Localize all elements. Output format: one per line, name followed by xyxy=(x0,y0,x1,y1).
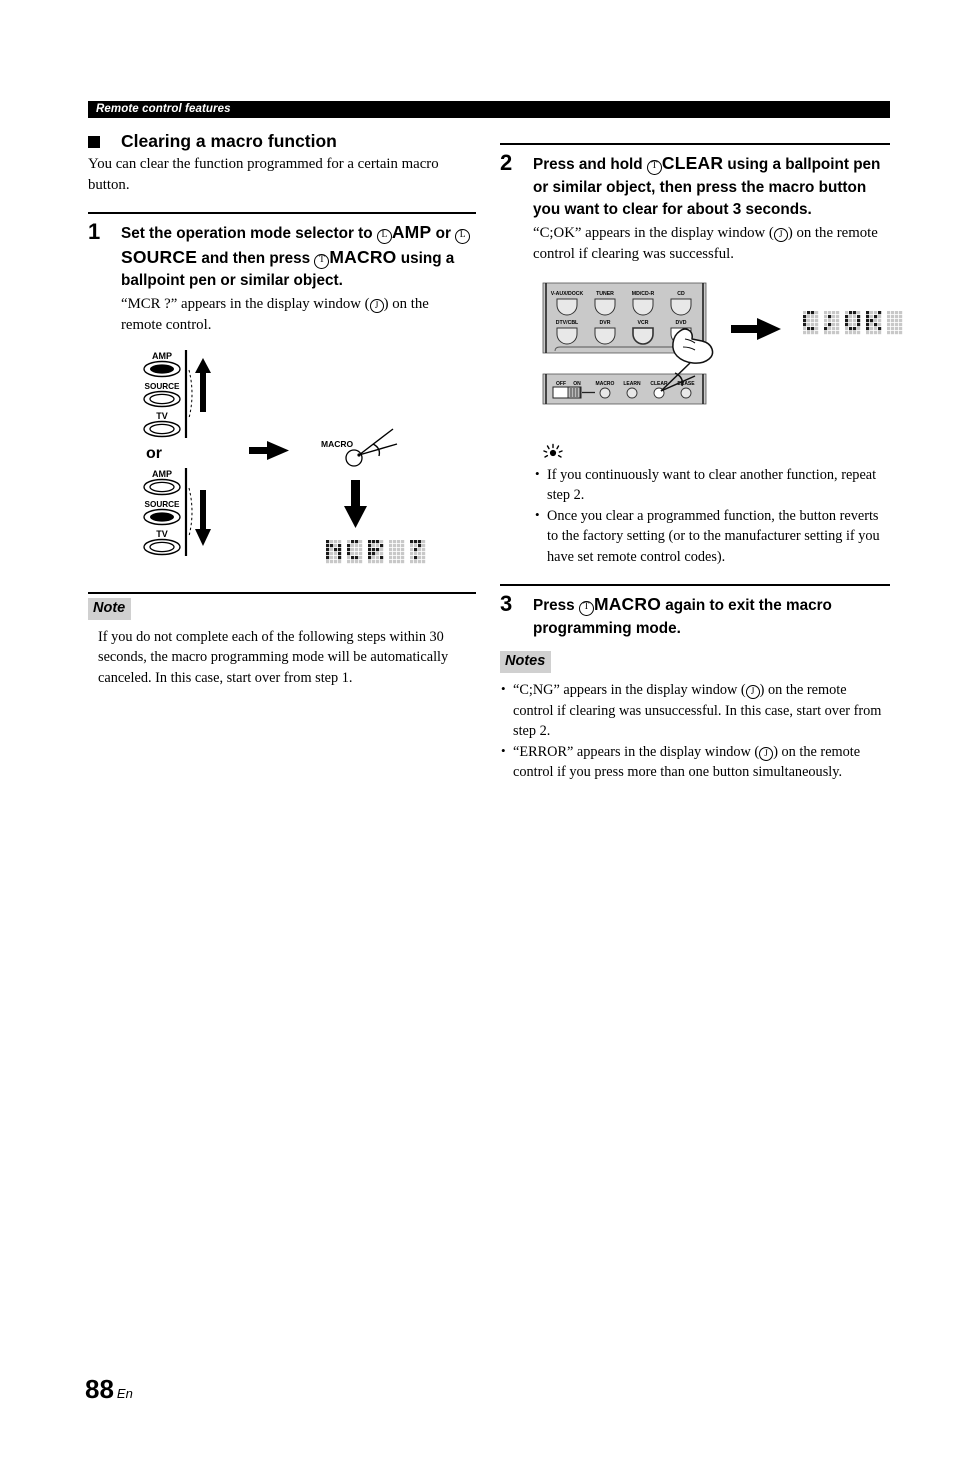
svg-text:V-AUX/DOCK: V-AUX/DOCK xyxy=(551,291,584,297)
note-label: Note xyxy=(88,597,132,620)
step-2-title-a: Press and hold xyxy=(533,156,647,173)
manual-page: Remote control features Clearing a macro… xyxy=(0,0,954,1465)
notes-bullet-2: “ERROR” appears in the display window (J… xyxy=(500,741,890,783)
page-footer: 88 En xyxy=(85,1375,133,1403)
display-window-callout-icon-4: J xyxy=(759,746,774,761)
notes-bullet-list: “C;NG” appears in the display window (J)… xyxy=(500,679,890,783)
svg-text:MD/CD-R: MD/CD-R xyxy=(632,291,655,297)
step-2-description: “C;OK” appears in the display window (J)… xyxy=(533,223,888,265)
section-heading: Clearing a macro function xyxy=(88,130,476,152)
step-2-rule xyxy=(500,143,890,145)
mode-selector-top: AMP SOURCE TV xyxy=(143,349,211,438)
figure-step-2: V-AUX/DOCK TUNER MD/CD-R CD DTV/CBL DVR … xyxy=(535,279,903,429)
step-1-title-b: AMP xyxy=(391,222,432,242)
running-header-text: Remote control features xyxy=(96,103,231,115)
page-number: 88 xyxy=(85,1374,114,1404)
note-block-left: Note If you do not complete each of the … xyxy=(88,591,476,689)
step-1-number: 1 xyxy=(88,219,101,244)
step-1-title-d: SOURCE xyxy=(121,246,198,267)
callout-l-icon: L xyxy=(376,229,392,244)
step-1-title-e: and then press xyxy=(197,249,315,267)
section-heading-text: Clearing a macro function xyxy=(121,131,337,151)
svg-text:AMP: AMP xyxy=(152,469,172,479)
notes-block-right: Notes “C;NG” appears in the display wind… xyxy=(500,651,890,783)
svg-text:DTV/CBL: DTV/CBL xyxy=(556,320,579,326)
step-2: 2 Press and hold T CLEAR using a ballpoin… xyxy=(500,150,903,429)
svg-text:VCR: VCR xyxy=(638,320,649,326)
notes-bullet-1-a: “C;NG” appears in the display window ( xyxy=(513,682,746,698)
square-bullet-icon xyxy=(88,136,100,148)
tip-block: If you continuously want to clear anothe… xyxy=(534,443,890,568)
svg-text:TV: TV xyxy=(156,411,168,421)
step-1: 1 Set the operation mode selector to L AM… xyxy=(88,219,479,578)
step-3: 3 Press T MACRO again to exit the macro p… xyxy=(500,591,890,640)
right-column: 2 Press and hold T CLEAR using a ballpoin… xyxy=(500,130,903,783)
figure-step-1: AMP SOURCE TV or AMP SOURCE TV MACRO xyxy=(121,348,476,578)
callout-t-icon-3: T xyxy=(578,601,594,616)
arrow-down-to-display-icon xyxy=(344,479,367,528)
section-intro: You can clear the function programmed fo… xyxy=(88,156,439,193)
svg-text:LEARN: LEARN xyxy=(623,381,641,387)
svg-text:DVD: DVD xyxy=(676,320,687,326)
arrow-up-icon xyxy=(195,357,211,412)
notes-label: Notes xyxy=(500,651,552,673)
display-window-callout-icon-3: J xyxy=(745,685,760,699)
tip-bullet-2: Once you clear a programmed function, th… xyxy=(534,505,890,568)
pen-pressing-macro: MACRO xyxy=(321,427,398,467)
svg-text:SOURCE: SOURCE xyxy=(144,382,180,391)
note-body: If you do not complete each of the follo… xyxy=(98,628,449,686)
step-1-title-c: or xyxy=(431,225,456,242)
mode-selector-bottom: AMP SOURCE TV xyxy=(143,467,211,556)
step-2-title: Press and hold T CLEAR using a ballpoint … xyxy=(533,152,891,222)
step-2-number: 2 xyxy=(500,150,513,175)
display-window-cok xyxy=(803,310,903,334)
svg-text:TUNER: TUNER xyxy=(596,291,614,297)
notes-bullet-1: “C;NG” appears in the display window (J)… xyxy=(500,679,890,742)
display-window-callout-icon-2: J xyxy=(773,227,788,242)
step-1-desc-a: “MCR ?” appears in the display window ( xyxy=(121,295,370,312)
step-1-title-f: MACRO xyxy=(329,246,397,267)
svg-text:MACRO: MACRO xyxy=(321,439,353,449)
arrow-down-icon xyxy=(195,489,211,546)
left-column: Clearing a macro function You can clear … xyxy=(88,130,476,688)
notes-bullet-2-a: “ERROR” appears in the display window ( xyxy=(513,743,760,760)
note-rule xyxy=(88,591,476,594)
svg-text:MACRO: MACRO xyxy=(596,381,615,387)
callout-t-icon: T xyxy=(314,253,330,269)
display-window-mcr xyxy=(326,539,426,563)
svg-text:CD: CD xyxy=(677,291,685,297)
page-language: En xyxy=(116,1386,133,1401)
or-label: or xyxy=(146,445,162,462)
svg-text:ON: ON xyxy=(573,381,581,387)
step-1-rule xyxy=(88,212,476,214)
step-3-number: 3 xyxy=(500,591,513,616)
svg-text:DVR: DVR xyxy=(600,320,611,326)
step-3-title: Press T MACRO again to exit the macro pro… xyxy=(533,593,873,640)
display-window-callout-icon: J xyxy=(369,298,384,313)
tip-bullet-1: If you continuously want to clear anothe… xyxy=(534,464,890,506)
tip-sun-icon xyxy=(543,443,563,458)
step-2-title-b: CLEAR xyxy=(661,153,724,173)
running-header-bar: Remote control features xyxy=(88,101,890,118)
tip-bullet-list: If you continuously want to clear anothe… xyxy=(534,464,890,568)
step-1-title: Set the operation mode selector to L AMP … xyxy=(121,221,479,293)
svg-text:SOURCE: SOURCE xyxy=(144,500,180,509)
svg-text:TV: TV xyxy=(156,529,168,539)
step-2-desc-a: “C;OK” appears in the display window ( xyxy=(533,224,774,241)
step-1-title-a: Set the operation mode selector to xyxy=(121,225,377,242)
step-1-description: “MCR ?” appears in the display window (J… xyxy=(121,294,471,336)
callout-l-icon-2: L xyxy=(455,229,471,244)
svg-text:AMP: AMP xyxy=(152,351,172,361)
arrow-right-icon xyxy=(249,440,289,460)
arrow-right-icon-2 xyxy=(731,317,781,340)
step-3-rule xyxy=(500,584,890,586)
svg-text:OFF: OFF xyxy=(556,381,566,387)
step-3-title-a: Press xyxy=(533,597,579,614)
callout-t-icon-2: T xyxy=(646,160,662,175)
step-3-title-b: MACRO xyxy=(593,594,662,614)
